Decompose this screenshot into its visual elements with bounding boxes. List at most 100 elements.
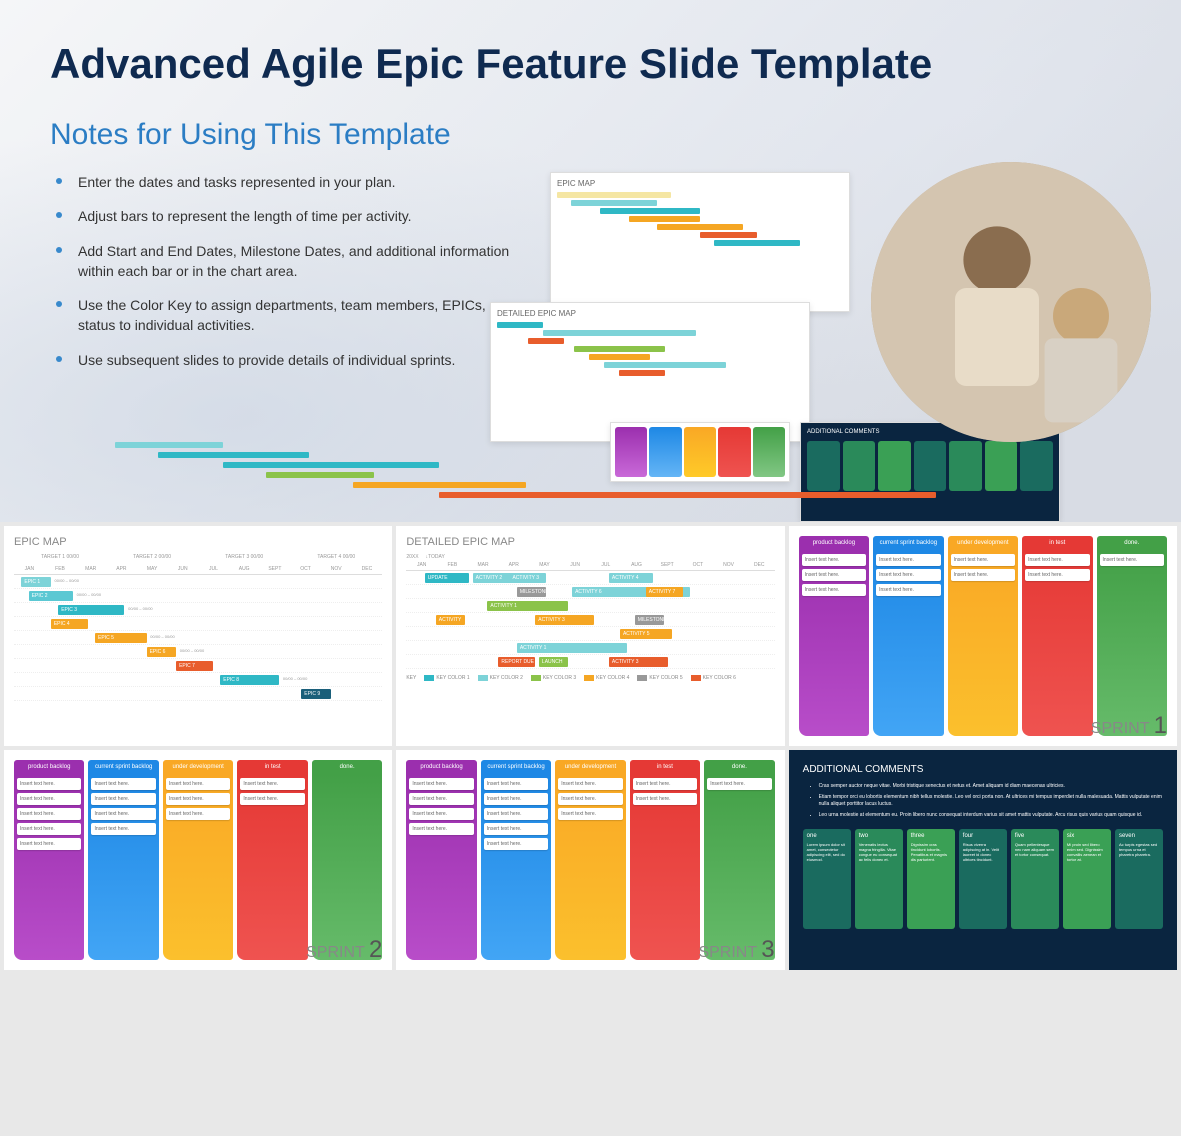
epic-row: EPIC 100/00 – 00/00 <box>14 575 382 589</box>
sprint-card: Insert text here. <box>876 584 940 596</box>
slide-comments: ADDITIONAL COMMENTS Cras semper auctor n… <box>789 750 1177 970</box>
box-title: six <box>1067 833 1107 839</box>
month: MAY <box>137 564 168 574</box>
sprint-card: Insert text here. <box>166 778 230 790</box>
epic-bar: EPIC 6 <box>147 647 176 657</box>
mini-title: DETAILED EPIC MAP <box>497 309 803 318</box>
column-header: in test <box>1022 536 1092 551</box>
month: JUN <box>560 560 591 570</box>
box-title: two <box>859 833 899 839</box>
comment-item: Leo urna molestie at elementum eu. Proin… <box>819 812 1163 819</box>
box-title: one <box>807 833 847 839</box>
epic-row: EPIC 7 <box>14 659 382 673</box>
sprint-column: done. Insert text here. <box>1097 536 1167 736</box>
column-header: product backlog <box>14 760 84 775</box>
column-header: done. <box>312 760 382 775</box>
epic-bar: EPIC 2 <box>29 591 73 601</box>
comment-box: one Lorem ipsum dolor sit amet, consectet… <box>803 829 851 929</box>
mini-epic-map: EPIC MAP <box>550 172 850 312</box>
note-item: Use the Color Key to assign departments,… <box>50 295 510 336</box>
sprint-column: current sprint backlogInsert text here.I… <box>873 536 943 736</box>
epic-note: 00/00 – 00/00 <box>150 634 174 639</box>
column-header: in test <box>237 760 307 775</box>
sprint-card: Insert text here. <box>91 793 155 805</box>
activity-bar: ACTIVITY 3 <box>535 615 594 625</box>
month: JUL <box>198 564 229 574</box>
sprint-card: Insert text here. <box>17 823 81 835</box>
column-body: Insert text here.Insert text here.Insert… <box>873 551 943 736</box>
month: JUL <box>590 560 621 570</box>
sprint-column: done.Insert text here. <box>704 760 774 960</box>
box-text: Risus viverra adipiscing at in. Velit la… <box>963 842 1003 862</box>
column-header: done. <box>1097 536 1167 551</box>
activity-row: ACTIVITY 2ACTIVITY 3MILESTONE TWO <box>406 613 774 627</box>
sprint-card: Insert text here. <box>484 808 548 820</box>
sprint-card: Insert text here. <box>558 778 622 790</box>
month: SEPT <box>260 564 291 574</box>
box-title: five <box>1015 833 1055 839</box>
sprint-card: Insert text here. <box>558 808 622 820</box>
hero-slide: Advanced Agile Epic Feature Slide Templa… <box>0 0 1181 522</box>
activity-bar: ACTIVITY 3 <box>509 573 546 583</box>
sprint-card: Insert text here. <box>707 778 771 790</box>
activity-bar: REPORT DUE <box>498 657 535 667</box>
epic-bar: EPIC 7 <box>176 661 213 671</box>
slide-title: EPIC MAP <box>14 536 382 548</box>
sprint-card: Insert text here. <box>409 808 473 820</box>
sprint-card: Insert text here. <box>484 838 548 850</box>
column-header: product backlog <box>406 760 476 775</box>
activity-bar: ACTIVITY 1 <box>487 601 568 611</box>
epic-bar: EPIC 9 <box>301 689 330 699</box>
column-header: under development <box>555 760 625 775</box>
sprint-column: current sprint backlog Insert text here. I… <box>481 760 551 960</box>
month: SEPT <box>652 560 683 570</box>
sprint-card: Insert text here. <box>876 554 940 566</box>
month: APR <box>498 560 529 570</box>
epic-row: EPIC 4 <box>14 617 382 631</box>
sprint-card: Insert text here. <box>1025 554 1089 566</box>
key-item: KEY COLOR 5 <box>637 675 682 681</box>
mini-detailed-map: DETAILED EPIC MAP <box>490 302 810 442</box>
month: MAR <box>75 564 106 574</box>
mini-title: EPIC MAP <box>557 179 843 188</box>
comment-box: twoVenenatis lectus magna fringilla. Vit… <box>855 829 903 929</box>
column-body <box>312 775 382 960</box>
epic-bar: EPIC 8 <box>220 675 279 685</box>
activity-row: UPDATE RELEASE 01/02ACTIVITY 2ACTIVITY 3… <box>406 571 774 585</box>
sprint-column: in testInsert text here.Insert text here… <box>237 760 307 960</box>
box-text: Lorem ipsum dolor sit amet, consectetur … <box>807 842 847 862</box>
epic-note: 00/00 – 00/00 <box>283 676 307 681</box>
activity-row: ACTIVITY 1 <box>406 641 774 655</box>
sprint-card: Insert text here. <box>1100 554 1164 566</box>
sprint-column: under developmentInsert text here.Insert… <box>948 536 1018 736</box>
activity-row: MILESTONE ONEACTIVITY 6ACTIVITY 7 <box>406 585 774 599</box>
epic-row: EPIC 600/00 – 00/00 <box>14 645 382 659</box>
target: TARGET 2 00/00 <box>106 554 198 560</box>
month: AUG <box>621 560 652 570</box>
month: OCT <box>290 564 321 574</box>
decorative-bars <box>50 442 1131 502</box>
note-item: Enter the dates and tasks represented in… <box>50 172 510 192</box>
box-title: seven <box>1119 833 1159 839</box>
notes-heading: Notes for Using This Template <box>50 118 1131 152</box>
sprint-column: in testInsert text here.Insert text here… <box>630 760 700 960</box>
sprint-column: in test Insert text here. Insert text here… <box>1022 536 1092 736</box>
epic-row: EPIC 300/00 – 00/00 <box>14 603 382 617</box>
box-text: Ac turpis egestas sed tempus urna et pha… <box>1119 842 1159 857</box>
sprint-card: Insert text here. <box>1025 569 1089 581</box>
comment-boxes: one Lorem ipsum dolor sit amet, consectet… <box>803 829 1163 929</box>
sprint-card: Insert text here. <box>802 569 866 581</box>
note-item: Add Start and End Dates, Milestone Dates… <box>50 241 510 282</box>
sprint-card: Insert text here. <box>802 584 866 596</box>
sprint-card: Insert text here. <box>409 778 473 790</box>
target: TARGET 4 00/00 <box>290 554 382 560</box>
sprint-card: Insert text here. <box>91 808 155 820</box>
sprint-card: Insert text here. <box>91 778 155 790</box>
column-body: Insert text here.Insert text here.Insert… <box>163 775 233 960</box>
slide-sprint-3: product backlog Insert text here. Insert t… <box>396 750 784 970</box>
team-photo <box>871 162 1151 442</box>
comments-title: ADDITIONAL COMMENTS <box>803 764 1163 775</box>
sprint-card: Insert text here. <box>166 808 230 820</box>
column-body: Insert text here.Insert text here.Insert… <box>14 775 84 960</box>
column-header: current sprint backlog <box>481 760 551 775</box>
